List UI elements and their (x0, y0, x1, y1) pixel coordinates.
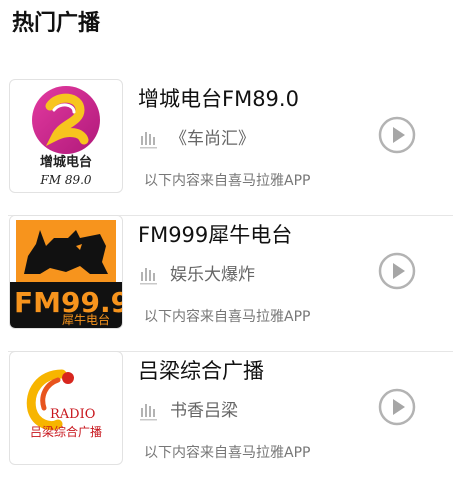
station-logo-zengcheng: 增城电台 FM 89.0 (9, 79, 123, 193)
logo-text-line2: FM 89.0 (39, 173, 92, 187)
lvliang-logo-icon: RADIO 吕梁综合广播 (26, 369, 102, 439)
play-button[interactable] (378, 116, 416, 154)
play-circle-icon (378, 116, 416, 154)
station-item-zengcheng[interactable]: 增城电台 FM 89.0 增城电台FM89.0 《车尚汇》 以下内容来自喜马拉雅… (0, 79, 461, 216)
section-title: 热门广播 (12, 11, 101, 36)
source-note: 以下内容来自喜马拉雅APP (144, 309, 311, 325)
source-note: 以下内容来自喜马拉雅APP (144, 173, 311, 189)
rhino-logo-icon: FM99.9 犀牛电台 (10, 216, 122, 328)
live-bars-icon (140, 268, 157, 285)
station-logo-fm999: FM99.9 犀牛电台 (9, 215, 123, 329)
logo-text-line1: RADIO (50, 407, 95, 422)
station-name: 吕梁综合广播 (138, 359, 264, 383)
logo-text-line2: 犀牛电台 (62, 312, 110, 327)
play-button[interactable] (378, 388, 416, 426)
episode-title: 书香吕梁 (170, 401, 238, 421)
episode-title: 《车尚汇》 (170, 129, 255, 149)
station-logo-lvliang: RADIO 吕梁综合广播 (9, 351, 123, 465)
live-bars-icon (140, 132, 157, 149)
logo-text-line1: 增城电台 (40, 154, 92, 170)
episode-title: 娱乐大爆炸 (170, 265, 255, 285)
station-item-lvliang[interactable]: RADIO 吕梁综合广播 吕梁综合广播 书香吕梁 以下内容来自喜马拉雅APP (0, 351, 461, 488)
station-name: FM999犀牛电台 (138, 223, 293, 247)
logo-text-line2: 吕梁综合广播 (30, 424, 102, 439)
zengcheng-logo-icon: 增城电台 FM 89.0 (32, 86, 100, 187)
live-bars-icon (140, 404, 157, 421)
play-circle-icon (378, 252, 416, 290)
station-item-fm999[interactable]: FM99.9 犀牛电台 FM999犀牛电台 娱乐大爆炸 以下内容来自喜马拉雅AP… (0, 215, 461, 352)
source-note: 以下内容来自喜马拉雅APP (144, 445, 311, 461)
station-name: 增城电台FM89.0 (138, 87, 299, 111)
play-button[interactable] (378, 252, 416, 290)
play-circle-icon (378, 388, 416, 426)
